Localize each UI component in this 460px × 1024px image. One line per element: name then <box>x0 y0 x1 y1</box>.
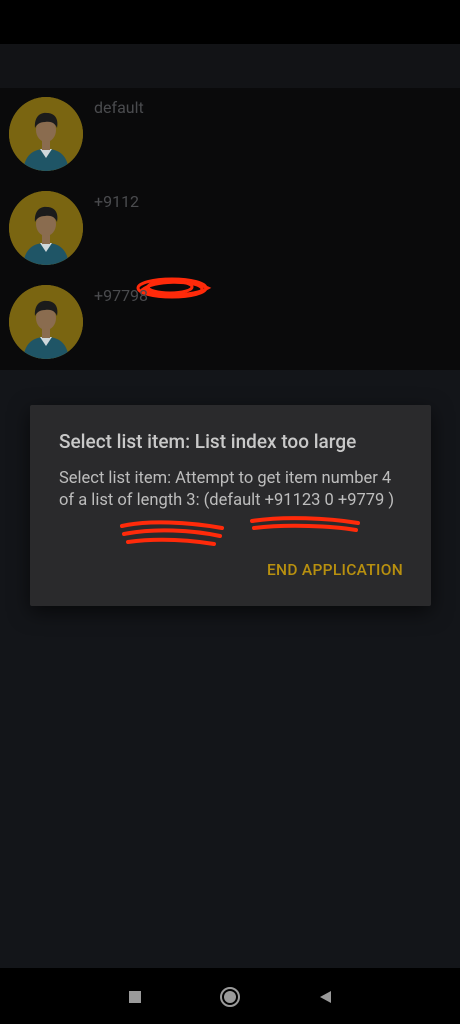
recents-button[interactable] <box>120 982 150 1012</box>
dialog-message: Select list item: Attempt to get item nu… <box>59 469 395 510</box>
person-avatar-icon <box>9 191 83 265</box>
app-bar <box>0 44 460 88</box>
error-dialog: Select list item: List index too large S… <box>30 405 431 606</box>
list-item[interactable]: +97798 <box>0 276 460 388</box>
list-item[interactable]: +9112 <box>0 182 460 299</box>
navigation-bar <box>0 968 460 1024</box>
list-item[interactable]: default <box>0 88 460 182</box>
end-application-button[interactable]: END APPLICATION <box>267 561 403 579</box>
circle-icon <box>220 987 240 1007</box>
square-icon <box>129 991 141 1003</box>
list-item-text: default <box>94 98 144 117</box>
dialog-title: Select list item: List index too large <box>59 430 357 453</box>
back-button[interactable] <box>310 982 340 1012</box>
contact-list: default +9112 +97798 <box>0 88 460 388</box>
redaction-scribble <box>120 520 224 546</box>
status-bar <box>0 0 460 44</box>
list-item-text: +97798 <box>94 286 149 305</box>
redaction-scribble <box>250 516 360 532</box>
person-avatar-icon <box>9 97 83 171</box>
home-button[interactable] <box>215 982 245 1012</box>
person-avatar-icon <box>9 285 83 359</box>
triangle-back-icon <box>320 991 331 1003</box>
list-item-text: +9112 <box>94 192 140 211</box>
